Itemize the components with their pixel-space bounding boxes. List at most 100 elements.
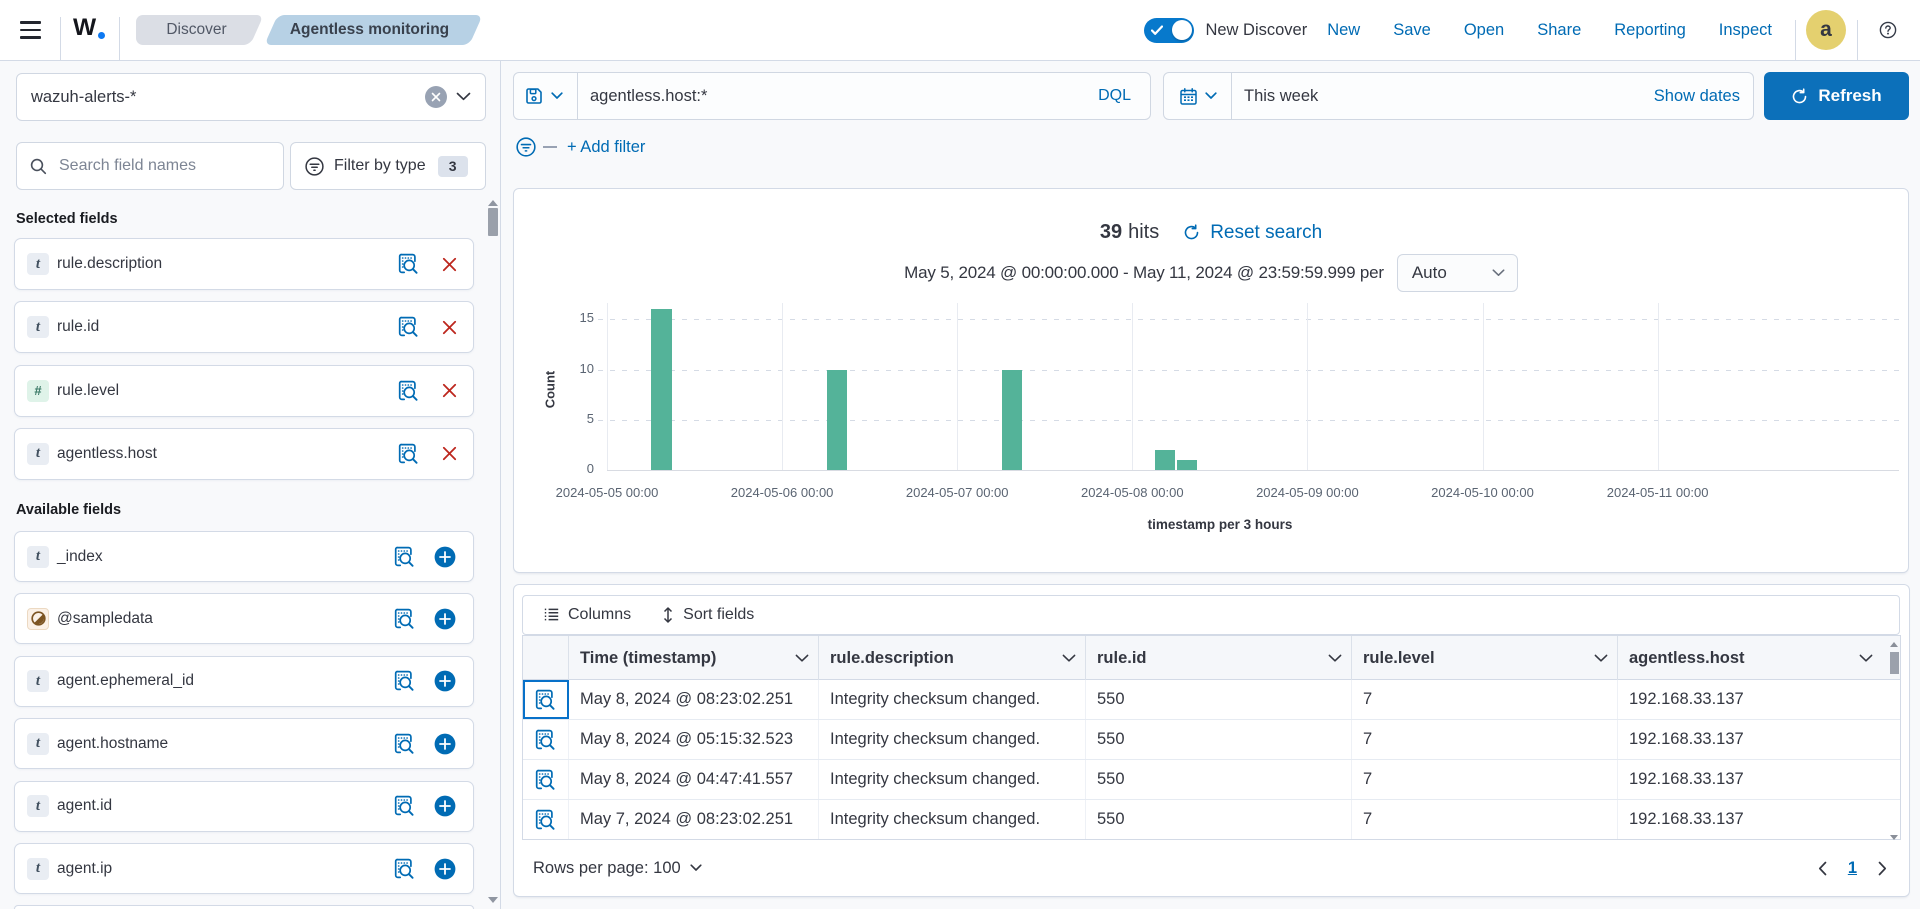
field-details-icon[interactable] bbox=[394, 795, 415, 817]
field-item-rule.level[interactable]: # rule.level bbox=[14, 365, 474, 417]
field-item-agentless.host[interactable]: t agentless.host bbox=[14, 428, 474, 480]
page-number[interactable]: 1 bbox=[1848, 859, 1857, 878]
sidebar-scrollbar[interactable] bbox=[488, 208, 498, 236]
rows-per-page-button[interactable]: Rows per page: 100 bbox=[533, 859, 702, 878]
column-header-2[interactable]: rule.id bbox=[1086, 636, 1352, 680]
field-item-rule.id[interactable]: t rule.id bbox=[14, 301, 474, 353]
search-field-names-input[interactable]: Search field names bbox=[16, 142, 284, 190]
sort-fields-button[interactable]: Sort fields bbox=[662, 606, 754, 624]
field-item-rule.description[interactable]: t rule.description bbox=[14, 238, 474, 290]
field-name: agentless.host bbox=[57, 445, 398, 463]
new-discover-toggle[interactable] bbox=[1144, 18, 1194, 43]
add-filter-button[interactable]: + Add filter bbox=[567, 138, 645, 157]
nav-link-inspect[interactable]: Inspect bbox=[1719, 21, 1772, 40]
field-details-icon[interactable] bbox=[398, 253, 419, 275]
expand-document-button[interactable] bbox=[523, 800, 569, 839]
nav-link-share[interactable]: Share bbox=[1537, 21, 1581, 40]
table-scrollbar-down[interactable] bbox=[1890, 835, 1898, 840]
cell-3-0: May 7, 2024 @ 08:23:02.251 bbox=[569, 800, 819, 839]
columns-button[interactable]: Columns bbox=[544, 606, 631, 624]
query-language-button[interactable]: DQL bbox=[1098, 87, 1131, 105]
histogram-panel: 39 hits Reset search May 5, 2024 @ 00:00… bbox=[513, 188, 1909, 573]
column-header-0[interactable]: Time (timestamp) bbox=[569, 636, 819, 680]
nav-links: New Save Open Share Reporting Inspect bbox=[1327, 21, 1772, 40]
expand-document-button[interactable] bbox=[523, 680, 569, 719]
expand-document-button[interactable] bbox=[523, 720, 569, 759]
field-item-_index[interactable]: t _index bbox=[14, 531, 474, 582]
field-item-agent.hostname[interactable]: t agent.hostname bbox=[14, 718, 474, 769]
field-item-@sampledata[interactable]: @sampledata bbox=[14, 593, 474, 644]
table-row-0[interactable]: May 8, 2024 @ 08:23:02.251Integrity chec… bbox=[523, 680, 1900, 720]
remove-field-icon[interactable] bbox=[442, 446, 457, 461]
wazuh-logo-letter: W bbox=[73, 14, 95, 41]
table-row-3[interactable]: May 7, 2024 @ 08:23:02.251Integrity chec… bbox=[523, 800, 1900, 840]
field-item-agent.id[interactable]: t agent.id bbox=[14, 781, 474, 832]
field-details-icon[interactable] bbox=[398, 316, 419, 338]
filter-options-icon[interactable] bbox=[516, 137, 536, 157]
expand-document-button[interactable] bbox=[523, 760, 569, 799]
nav-link-reporting[interactable]: Reporting bbox=[1614, 21, 1686, 40]
column-header-3[interactable]: rule.level bbox=[1352, 636, 1618, 680]
histogram-chart[interactable]: Count0510152024-05-05 00:002024-05-06 00… bbox=[514, 189, 1910, 574]
gridline bbox=[1307, 303, 1308, 470]
saved-query-menu-button[interactable] bbox=[514, 73, 578, 119]
column-header-4[interactable]: agentless.host bbox=[1618, 636, 1901, 680]
table-row-2[interactable]: May 8, 2024 @ 04:47:41.557Integrity chec… bbox=[523, 760, 1900, 800]
histogram-bar[interactable] bbox=[1002, 370, 1023, 470]
add-field-icon[interactable] bbox=[434, 858, 456, 880]
refresh-label: Refresh bbox=[1818, 86, 1881, 106]
histogram-bar[interactable] bbox=[827, 370, 848, 470]
table-scrollbar-up[interactable] bbox=[1890, 642, 1898, 647]
wazuh-logo[interactable]: W bbox=[73, 14, 109, 46]
histogram-bar[interactable] bbox=[1155, 450, 1176, 470]
field-name: rule.description bbox=[57, 255, 398, 273]
field-item-agent.ephemeral_id[interactable]: t agent.ephemeral_id bbox=[14, 656, 474, 707]
selected-fields-heading: Selected fields bbox=[16, 211, 118, 227]
table-scrollbar[interactable] bbox=[1890, 652, 1899, 674]
avatar[interactable]: a bbox=[1806, 10, 1846, 50]
remove-field-icon[interactable] bbox=[442, 257, 457, 272]
add-field-icon[interactable] bbox=[434, 795, 456, 817]
nav-link-save[interactable]: Save bbox=[1393, 21, 1431, 40]
field-details-icon[interactable] bbox=[398, 380, 419, 402]
clear-index-icon[interactable] bbox=[425, 86, 447, 108]
field-item-agent.ip[interactable]: t agent.ip bbox=[14, 843, 474, 894]
next-page-button[interactable] bbox=[1878, 861, 1887, 876]
scrollbar-down-arrow[interactable] bbox=[488, 897, 498, 903]
remove-field-icon[interactable] bbox=[442, 383, 457, 398]
field-details-icon[interactable] bbox=[394, 858, 415, 880]
histogram-bar[interactable] bbox=[1177, 460, 1198, 470]
add-field-icon[interactable] bbox=[434, 546, 456, 568]
field-details-icon[interactable] bbox=[394, 608, 415, 630]
field-details-icon[interactable] bbox=[394, 733, 415, 755]
nav-link-new[interactable]: New bbox=[1327, 21, 1360, 40]
nav-link-open[interactable]: Open bbox=[1464, 21, 1504, 40]
show-dates-button[interactable]: Show dates bbox=[1654, 87, 1740, 106]
sort-icon bbox=[662, 607, 674, 623]
previous-page-button[interactable] bbox=[1818, 861, 1827, 876]
tab-discover[interactable]: Discover bbox=[136, 15, 257, 45]
remove-field-icon[interactable] bbox=[442, 320, 457, 335]
menu-icon[interactable] bbox=[20, 16, 46, 44]
tab-agentless-monitoring[interactable]: Agentless monitoring bbox=[263, 15, 476, 45]
add-field-icon[interactable] bbox=[434, 670, 456, 692]
field-type-number-icon: # bbox=[27, 380, 49, 402]
query-input[interactable]: agentless.host:* DQL bbox=[578, 73, 1150, 119]
time-range-value[interactable]: This week bbox=[1244, 87, 1654, 106]
filter-by-type-button[interactable]: Filter by type 3 bbox=[290, 142, 486, 190]
field-details-icon[interactable] bbox=[394, 546, 415, 568]
field-details-icon[interactable] bbox=[394, 670, 415, 692]
date-quick-select-button[interactable] bbox=[1164, 73, 1232, 119]
index-pattern-select[interactable]: wazuh-alerts-* bbox=[16, 73, 486, 121]
histogram-bar[interactable] bbox=[651, 309, 672, 470]
field-details-icon[interactable] bbox=[398, 443, 419, 465]
x-axis bbox=[607, 470, 1899, 471]
table-toolbar: Columns Sort fields bbox=[522, 595, 1900, 635]
table-row-1[interactable]: May 8, 2024 @ 05:15:32.523Integrity chec… bbox=[523, 720, 1900, 760]
help-icon[interactable] bbox=[1879, 21, 1897, 39]
add-field-icon[interactable] bbox=[434, 608, 456, 630]
refresh-button[interactable]: Refresh bbox=[1764, 72, 1909, 120]
column-header-1[interactable]: rule.description bbox=[819, 636, 1086, 680]
scrollbar-up-arrow[interactable] bbox=[488, 200, 498, 206]
add-field-icon[interactable] bbox=[434, 733, 456, 755]
